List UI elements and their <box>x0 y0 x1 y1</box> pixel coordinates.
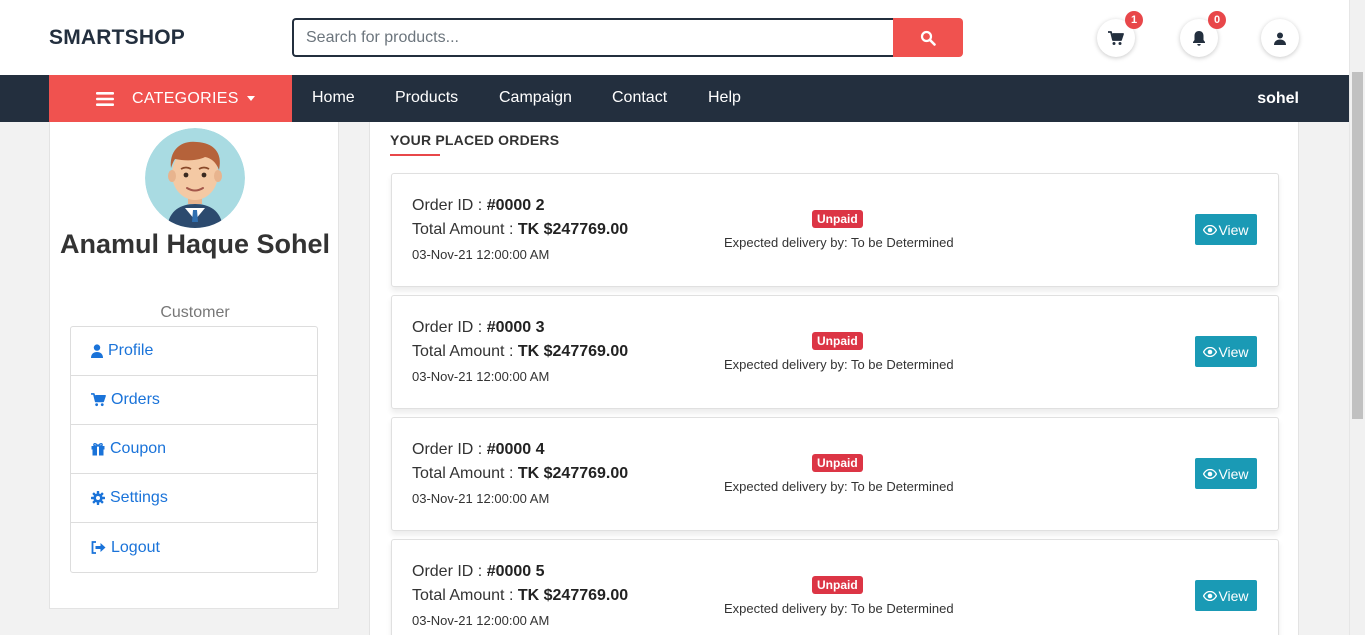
search-box <box>292 18 894 57</box>
view-order-button[interactable]: View <box>1195 214 1257 245</box>
gift-icon <box>91 443 105 456</box>
user-icon <box>1274 32 1286 45</box>
delivery-estimate: Expected delivery by: To be Determined <box>724 479 954 494</box>
view-order-button[interactable]: View <box>1195 336 1257 367</box>
profile-menu: Profile Orders Coupon Settings Logout <box>70 326 318 573</box>
order-amount: Total Amount : TK $247769.00 <box>412 465 629 482</box>
order-date: 03-Nov-21 12:00:00 AM <box>412 491 550 506</box>
profile-name: Anamul Haque Sohel <box>59 229 331 259</box>
order-amount: Total Amount : TK $247769.00 <box>412 587 629 604</box>
nav-username[interactable]: sohel <box>1257 90 1299 108</box>
view-order-button[interactable]: View <box>1195 458 1257 489</box>
order-date: 03-Nov-21 12:00:00 AM <box>412 613 550 628</box>
orders-panel: YOUR PLACED ORDERS Order ID : #0000 2 To… <box>369 122 1299 635</box>
order-card: Order ID : #0000 2 Total Amount : TK $24… <box>391 173 1279 287</box>
nav-home[interactable]: Home <box>312 89 355 107</box>
profile-sidebar: Anamul Haque Sohel Customer Profile Orde… <box>49 122 339 609</box>
delivery-estimate: Expected delivery by: To be Determined <box>724 235 954 250</box>
order-card: Order ID : #0000 5 Total Amount : TK $24… <box>391 539 1279 635</box>
order-id: Order ID : #0000 4 <box>412 441 545 458</box>
menu-item-orders[interactable]: Orders <box>71 376 317 425</box>
account-button[interactable] <box>1261 19 1299 57</box>
cart-count-badge: 1 <box>1125 11 1143 29</box>
bell-icon <box>1193 31 1205 46</box>
nav-campaign[interactable]: Campaign <box>499 89 572 107</box>
menu-item-label: Coupon <box>110 440 167 457</box>
hamburger-icon <box>96 91 114 106</box>
caret-down-icon <box>246 96 255 101</box>
status-badge: Unpaid <box>812 576 863 594</box>
main-navbar: CATEGORIES Home Products Campaign Contac… <box>0 75 1349 122</box>
order-date: 03-Nov-21 12:00:00 AM <box>412 369 550 384</box>
title-underline <box>390 154 440 156</box>
top-header: SMARTSHOP 1 0 <box>0 0 1349 75</box>
nav-help[interactable]: Help <box>708 89 741 107</box>
order-amount: Total Amount : TK $247769.00 <box>412 343 629 360</box>
view-order-button[interactable]: View <box>1195 580 1257 611</box>
order-card: Order ID : #0000 3 Total Amount : TK $24… <box>391 295 1279 409</box>
menu-item-label: Logout <box>111 538 160 556</box>
order-id: Order ID : #0000 3 <box>412 319 545 336</box>
categories-label: CATEGORIES <box>132 89 239 107</box>
eye-icon <box>1203 346 1218 357</box>
section-title: YOUR PLACED ORDERS <box>390 132 560 148</box>
nav-contact[interactable]: Contact <box>612 89 667 107</box>
menu-item-profile[interactable]: Profile <box>71 327 317 376</box>
nav-products[interactable]: Products <box>395 89 458 107</box>
brand-logo[interactable]: SMARTSHOP <box>49 26 185 50</box>
order-card: Order ID : #0000 4 Total Amount : TK $24… <box>391 417 1279 531</box>
eye-icon <box>1203 224 1218 235</box>
delivery-estimate: Expected delivery by: To be Determined <box>724 601 954 616</box>
scrollbar-thumb[interactable] <box>1352 72 1363 419</box>
order-id: Order ID : #0000 5 <box>412 563 545 580</box>
search-icon <box>920 30 936 46</box>
avatar <box>145 128 245 228</box>
order-amount: Total Amount : TK $247769.00 <box>412 221 629 238</box>
categories-dropdown[interactable]: CATEGORIES <box>49 75 292 122</box>
gear-icon <box>91 491 105 505</box>
cart-icon <box>91 393 106 407</box>
status-badge: Unpaid <box>812 210 863 228</box>
status-badge: Unpaid <box>812 454 863 472</box>
order-id: Order ID : #0000 2 <box>412 197 545 214</box>
cart-button[interactable]: 1 <box>1097 11 1143 57</box>
search-input[interactable] <box>294 20 894 55</box>
status-badge: Unpaid <box>812 332 863 350</box>
cart-icon <box>1108 30 1124 45</box>
menu-item-coupon[interactable]: Coupon <box>71 425 317 474</box>
user-icon <box>91 344 103 358</box>
notifications-button[interactable]: 0 <box>1180 11 1226 57</box>
page-scrollbar[interactable] <box>1349 0 1365 635</box>
menu-item-label: Profile <box>108 342 154 359</box>
logout-icon <box>91 541 106 554</box>
notification-count-badge: 0 <box>1208 11 1226 29</box>
menu-item-settings[interactable]: Settings <box>71 474 317 523</box>
order-date: 03-Nov-21 12:00:00 AM <box>412 247 550 262</box>
menu-item-label: Settings <box>110 489 168 506</box>
eye-icon <box>1203 590 1218 601</box>
profile-role: Customer <box>160 304 230 321</box>
eye-icon <box>1203 468 1218 479</box>
menu-item-logout[interactable]: Logout <box>71 523 317 572</box>
menu-item-label: Orders <box>111 391 160 408</box>
search-button[interactable] <box>893 18 963 57</box>
delivery-estimate: Expected delivery by: To be Determined <box>724 357 954 372</box>
